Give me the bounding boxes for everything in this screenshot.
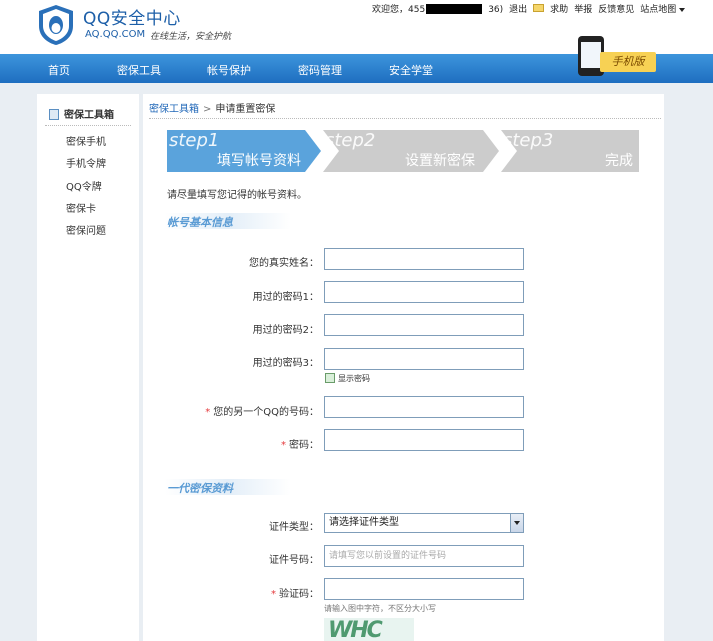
section-account-basic-info: 帐号基本信息 — [165, 213, 291, 229]
sidebar-divider — [45, 125, 131, 126]
breadcrumb-parent-link[interactable]: 密保工具箱 — [149, 104, 199, 115]
mobile-version-badge[interactable]: 手机版 — [600, 52, 656, 72]
breadcrumb-divider — [149, 118, 661, 119]
redacted-account — [426, 4, 483, 14]
id-number-input[interactable] — [324, 545, 524, 567]
report-link[interactable]: 举报 — [574, 2, 592, 15]
form-intro: 请尽量填写您记得的帐号资料。 — [167, 190, 307, 201]
sidebar-item-phone-token[interactable]: 手机令牌 — [66, 155, 106, 170]
main-panel: 密保工具箱 > 申请重置密保 step1 填写帐号资料 step2 设置新密保 st… — [143, 94, 664, 641]
site-title[interactable]: QQ安全中心 — [83, 4, 181, 29]
step-3: step3 完成 — [501, 130, 639, 172]
old-password-3-label: 用过的密码3： — [252, 358, 319, 369]
site-domain: AQ.QQ.COM — [85, 29, 146, 40]
show-password-checkbox[interactable] — [325, 373, 335, 383]
other-qq-label: * 您的另一个QQ的号码： — [205, 407, 319, 418]
chevron-down-icon[interactable] — [510, 514, 523, 532]
step-2: step2 设置新密保 — [323, 130, 499, 172]
sitemap-link[interactable]: 站点地图 — [640, 2, 691, 15]
mail-icon[interactable] — [533, 4, 545, 12]
step-3-cn: 完成 — [605, 153, 633, 169]
show-password-label: 显示密码 — [338, 374, 370, 383]
nav-item-security-school[interactable]: 安全学堂 — [389, 62, 433, 78]
step-1-cn: 填写帐号资料 — [217, 153, 301, 169]
real-name-input[interactable] — [324, 248, 524, 270]
real-name-label: 您的真实姓名： — [249, 258, 319, 269]
old-password-1-label: 用过的密码1： — [252, 292, 319, 303]
help-link[interactable]: 求助 — [550, 2, 568, 15]
section-legacy-security-info: 一代密保资料 — [165, 479, 291, 495]
feedback-link[interactable]: 反馈意见 — [598, 2, 634, 15]
qq-shield-logo-icon[interactable] — [37, 4, 75, 46]
captcha-image[interactable]: WHC — [324, 618, 414, 641]
step-2-cn: 设置新密保 — [405, 153, 475, 169]
sidebar-item-security-question[interactable]: 密保问题 — [66, 222, 106, 237]
logout-link[interactable]: 退出 — [509, 2, 527, 15]
breadcrumb-separator: > — [203, 104, 212, 115]
nav-item-security-tools[interactable]: 密保工具 — [117, 62, 161, 78]
chevron-down-icon — [679, 7, 686, 12]
id-type-label: 证件类型： — [269, 522, 319, 533]
toolbox-icon — [49, 109, 59, 120]
nav-item-account-protection[interactable]: 帐号保护 — [207, 62, 251, 78]
old-password-2-input[interactable] — [324, 314, 524, 336]
header: QQ安全中心 AQ.QQ.COM 在线生活，安全护航 欢迎您，455 36) 退出… — [0, 0, 713, 54]
sidebar-item-qq-token[interactable]: QQ令牌 — [66, 178, 102, 193]
breadcrumb: 密保工具箱 > 申请重置密保 — [149, 100, 275, 115]
step-indicator: step1 填写帐号资料 step2 设置新密保 step3 完成 — [167, 130, 639, 172]
id-number-label: 证件号码： — [269, 555, 319, 566]
step-1: step1 填写帐号资料 — [167, 130, 321, 172]
nav-item-password-management[interactable]: 密码管理 — [298, 62, 342, 78]
step-1-en: step1 — [169, 130, 220, 151]
other-qq-input[interactable] — [324, 396, 524, 418]
step-2-en: step2 — [325, 130, 376, 151]
welcome-text: 欢迎您，455 36) — [372, 4, 504, 15]
sidebar-item-security-card[interactable]: 密保卡 — [66, 200, 96, 215]
sidebar: 密保工具箱 密保手机 手机令牌 QQ令牌 密保卡 密保问题 — [37, 94, 139, 641]
breadcrumb-current: 申请重置密保 — [215, 104, 276, 115]
captcha-input[interactable] — [324, 578, 524, 600]
step-3-en: step3 — [503, 130, 554, 151]
captcha-hint: 请输入图中字符，不区分大小写 — [324, 604, 436, 613]
sidebar-title: 密保工具箱 — [49, 106, 114, 121]
old-password-2-label: 用过的密码2： — [252, 325, 319, 336]
old-password-1-input[interactable] — [324, 281, 524, 303]
site-slogan: 在线生活，安全护航 — [150, 32, 232, 42]
top-links: 欢迎您，455 36) 退出 求助 举报 反馈意见 站点地图 — [372, 2, 691, 15]
sidebar-item-security-phone[interactable]: 密保手机 — [66, 133, 106, 148]
id-type-select[interactable]: 请选择证件类型 — [324, 513, 524, 533]
password-input[interactable] — [324, 429, 524, 451]
old-password-3-input[interactable] — [324, 348, 524, 370]
password-label: * 密码： — [281, 440, 319, 451]
captcha-label: * 验证码： — [271, 589, 319, 600]
nav-item-home[interactable]: 首页 — [48, 62, 70, 78]
